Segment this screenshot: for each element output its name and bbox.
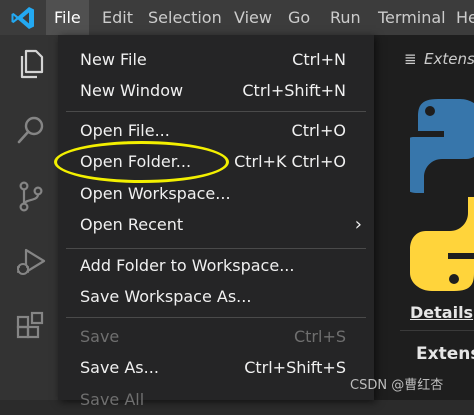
tab-extension[interactable]: ≣ Extensi <box>390 42 474 76</box>
menu-file[interactable]: File <box>46 0 89 35</box>
extensions-icon[interactable] <box>14 311 48 345</box>
watermark-text: CSDN @曹红杏 <box>350 378 444 393</box>
menu-item-save-as[interactable]: Save As... Ctrl+Shift+S <box>58 353 374 383</box>
vscode-logo-icon <box>11 7 34 29</box>
menu-separator <box>66 248 366 249</box>
explorer-icon[interactable] <box>14 47 48 81</box>
source-control-icon[interactable] <box>14 179 48 213</box>
menu-selection[interactable]: Selection <box>140 0 230 35</box>
menu-terminal[interactable]: Terminal <box>370 0 454 35</box>
menu-item-add-folder-to-workspace[interactable]: Add Folder to Workspace... <box>58 251 374 281</box>
menu-view[interactable]: View <box>226 0 280 35</box>
menu-separator <box>66 317 366 318</box>
details-link[interactable]: Details <box>410 303 473 322</box>
menu-item-save[interactable]: Save Ctrl+S <box>58 322 374 352</box>
menu-help[interactable]: He <box>448 0 474 35</box>
search-icon[interactable] <box>14 113 48 147</box>
chevron-right-icon: › <box>354 214 362 235</box>
menu-item-new-window[interactable]: New Window Ctrl+Shift+N <box>58 76 374 106</box>
tab-extension-label: Extensi <box>424 50 474 68</box>
menu-item-open-recent[interactable]: Open Recent › <box>58 210 374 240</box>
run-debug-icon[interactable] <box>14 245 48 279</box>
menu-go[interactable]: Go <box>280 0 318 35</box>
menu-item-save-workspace-as[interactable]: Save Workspace As... <box>58 282 374 312</box>
extension-section-heading: Extens <box>416 344 474 364</box>
menu-edit[interactable]: Edit <box>94 0 141 35</box>
menu-item-save-all[interactable]: Save All <box>58 385 374 415</box>
menu-item-open-file[interactable]: Open File... Ctrl+O <box>58 116 374 146</box>
title-bar: File Edit Selection View Go Run Terminal… <box>0 0 474 35</box>
menu-item-new-file[interactable]: New File Ctrl+N <box>58 45 374 75</box>
menu-run[interactable]: Run <box>322 0 369 35</box>
preview-icon: ≣ <box>404 50 417 68</box>
python-logo-icon <box>410 99 474 291</box>
menu-item-open-workspace[interactable]: Open Workspace... <box>58 179 374 209</box>
file-menu-dropdown: New File Ctrl+N New Window Ctrl+Shift+N … <box>58 35 374 409</box>
activity-bar <box>0 35 58 400</box>
highlight-ellipse-annotation <box>54 141 229 183</box>
menu-separator <box>66 111 366 112</box>
editor-divider <box>400 330 474 331</box>
